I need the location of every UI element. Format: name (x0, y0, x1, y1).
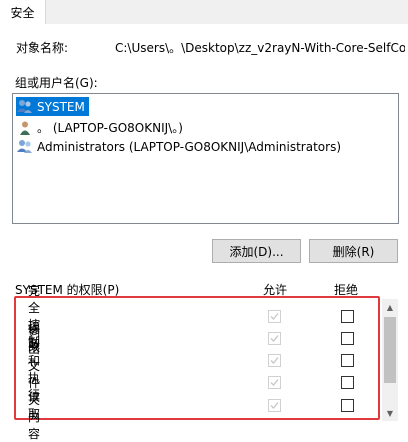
list-item-label: SYSTEM (37, 99, 85, 114)
list-item-system[interactable]: SYSTEM (16, 97, 89, 116)
permission-label: 读取 (28, 390, 41, 421)
allow-checkbox[interactable] (268, 354, 281, 367)
users-group-icon (16, 98, 34, 116)
deny-checkbox[interactable] (341, 399, 354, 412)
remove-button[interactable]: 删除(R) (309, 239, 398, 263)
add-button[interactable]: 添加(D)... (212, 239, 301, 263)
permission-row: 读取 (28, 390, 40, 421)
list-item-label: Administrators (LAPTOP-GO8OKNIJ\Administ… (37, 139, 342, 154)
list-item-user[interactable]: 。 (LAPTOP-GO8OKNIJ\。) (16, 118, 187, 137)
allow-checkbox[interactable] (268, 332, 281, 345)
allow-checkbox[interactable] (268, 310, 281, 323)
scroll-up-arrow-icon[interactable]: ▲ (382, 299, 398, 315)
permission-label: 列出文件夹内容 (28, 324, 41, 441)
tab-strip (0, 0, 408, 24)
deny-checkbox[interactable] (341, 310, 354, 323)
object-name-value: C:\Users\。\Desktop\zz_v2rayN-With-Core-S… (115, 41, 405, 55)
permissions-highlight (14, 296, 380, 420)
users-group-icon (16, 138, 34, 156)
principals-label: 组或用户名(G): (15, 76, 98, 90)
scroll-thumb[interactable] (384, 317, 396, 383)
deny-checkbox[interactable] (341, 376, 354, 389)
list-item-administrators[interactable]: Administrators (LAPTOP-GO8OKNIJ\Administ… (16, 137, 345, 156)
allow-checkbox[interactable] (268, 376, 281, 389)
principals-list[interactable]: SYSTEM 。 (LAPTOP-GO8OKNIJ\。) Administrat… (12, 93, 399, 224)
deny-checkbox[interactable] (341, 354, 354, 367)
scroll-down-arrow-icon[interactable]: ▼ (382, 405, 398, 421)
user-icon (16, 119, 34, 137)
object-name-label: 对象名称: (16, 41, 69, 55)
list-item-label: 。 (LAPTOP-GO8OKNIJ\。) (37, 121, 183, 135)
allow-checkbox[interactable] (268, 399, 281, 412)
deny-checkbox[interactable] (341, 332, 354, 345)
tab-security[interactable]: 安全 (0, 0, 46, 24)
permissions-scrollbar[interactable]: ▲ ▼ (382, 299, 398, 421)
